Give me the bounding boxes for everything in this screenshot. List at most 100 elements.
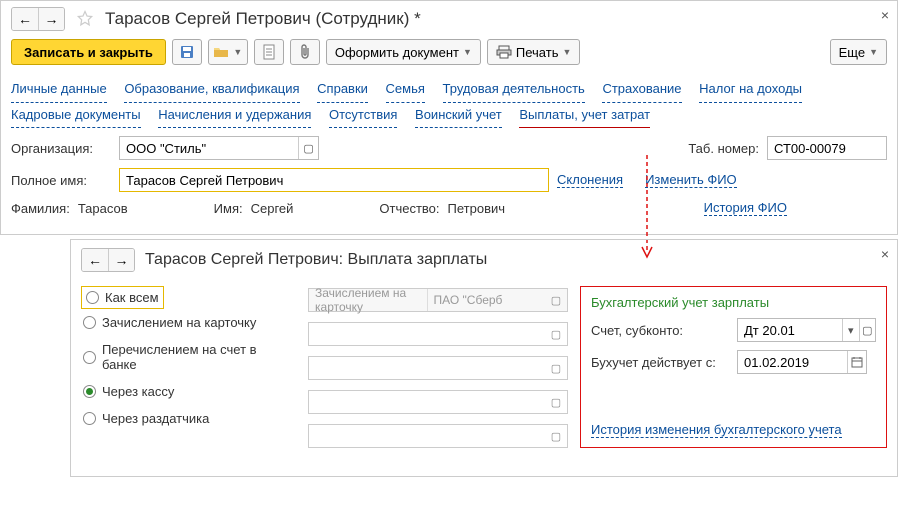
fullname-input[interactable] [120, 169, 548, 191]
tab-employment[interactable]: Трудовая деятельность [443, 77, 585, 103]
chevron-down-icon[interactable]: ▾ [842, 319, 858, 341]
history-fio-link[interactable]: История ФИО [704, 200, 787, 216]
radio-label: Зачислением на карточку [102, 315, 256, 330]
create-document-dropdown[interactable]: Оформить документ ▼ [326, 39, 481, 65]
sub-body: Как всем Зачислением на карточку Перечис… [71, 278, 897, 456]
org-label: Организация: [11, 141, 111, 156]
accounting-history-link[interactable]: История изменения бухгалтерского учета [591, 422, 842, 438]
nav-back-button[interactable]: ← [12, 8, 38, 30]
toolbar: Записать и закрыть ▼ Оформить документ ▼… [1, 35, 897, 73]
close-icon[interactable]: × [881, 7, 889, 23]
radio-distributor[interactable]: Через раздатчика [81, 405, 296, 432]
accounting-panel: Бухгалтерский учет зарплаты Счет, субкон… [580, 286, 887, 448]
print-label: Печать [516, 45, 559, 60]
favorite-star-icon[interactable] [75, 9, 95, 29]
open-icon[interactable]: ▢ [298, 137, 318, 159]
surname-value: Тарасов [78, 201, 128, 216]
tab-military[interactable]: Воинский учет [415, 103, 502, 129]
tab-payments[interactable]: Выплаты, учет затрат [519, 103, 650, 129]
open-icon[interactable]: ▢ [545, 425, 567, 447]
main-window: ← → Тарасов Сергей Петрович (Сотрудник) … [0, 0, 898, 235]
tab-income-tax[interactable]: Налог на доходы [699, 77, 802, 103]
tabno-field[interactable] [767, 136, 887, 160]
radio-icon [83, 412, 96, 425]
payment-method-radiogroup: Как всем Зачислением на карточку Перечис… [81, 286, 296, 448]
fullname-label: Полное имя: [11, 173, 111, 188]
calendar-icon[interactable] [847, 351, 866, 373]
tab-bar: Личные данные Образование, квалификация … [1, 73, 897, 130]
fullname-field[interactable] [119, 168, 549, 192]
radio-icon [86, 291, 99, 304]
sub-header: ← → Тарасов Сергей Петрович: Выплата зар… [71, 240, 897, 278]
radio-label: Перечислением на счет в банке [102, 342, 294, 372]
sub-window: × ← → Тарасов Сергей Петрович: Выплата з… [70, 239, 898, 477]
form-area: Организация: ▢ Таб. номер: Полное имя: С… [1, 130, 897, 234]
radio-icon [83, 351, 96, 364]
name-value: Сергей [251, 201, 294, 216]
sub-nav-back-button[interactable]: ← [82, 249, 108, 271]
sub-nav-buttons: ← → [81, 248, 135, 272]
empty-field-4[interactable]: ▢ [308, 390, 568, 414]
open-icon[interactable]: ▢ [545, 323, 567, 345]
date-label: Бухучет действует с: [591, 355, 731, 370]
center-fields: Зачислением на карточку ПАО "Сберб ▢ ▢ ▢… [308, 288, 568, 448]
open-icon[interactable]: ▢ [545, 391, 567, 413]
tab-family[interactable]: Семья [386, 77, 425, 103]
declensions-link[interactable]: Склонения [557, 172, 623, 188]
change-fio-link[interactable]: Изменить ФИО [645, 172, 737, 188]
nav-forward-button[interactable]: → [38, 8, 64, 30]
print-dropdown[interactable]: Печать ▼ [487, 39, 581, 65]
tab-hr-docs[interactable]: Кадровые документы [11, 103, 141, 129]
accounting-title: Бухгалтерский учет зарплаты [591, 295, 876, 310]
radio-card[interactable]: Зачислением на карточку [81, 309, 296, 336]
radio-icon [83, 316, 96, 329]
chevron-down-icon: ▼ [463, 47, 472, 57]
tab-absences[interactable]: Отсутствия [329, 103, 397, 129]
radio-label: Как всем [105, 290, 159, 305]
save-and-close-button[interactable]: Записать и закрыть [11, 39, 166, 65]
document-button[interactable] [254, 39, 284, 65]
org-field[interactable]: ▢ [119, 136, 319, 160]
sub-close-icon[interactable]: × [881, 246, 889, 262]
chevron-down-icon: ▼ [233, 47, 242, 57]
tab-personal[interactable]: Личные данные [11, 77, 107, 103]
window-title: Тарасов Сергей Петрович (Сотрудник) * [105, 9, 421, 29]
tab-accruals[interactable]: Начисления и удержания [158, 103, 311, 129]
tab-insurance[interactable]: Страхование [602, 77, 681, 103]
tabno-label: Таб. номер: [688, 141, 759, 156]
radio-cash[interactable]: Через кассу [81, 378, 296, 405]
empty-field-2[interactable]: ▢ [308, 322, 568, 346]
patronymic-label: Отчество: [379, 201, 439, 216]
radio-bank[interactable]: Перечислением на счет в банке [81, 336, 296, 378]
sub-window-title: Тарасов Сергей Петрович: Выплата зарплат… [145, 251, 487, 269]
account-input[interactable] [738, 319, 842, 341]
radio-label: Через раздатчика [102, 411, 209, 426]
chevron-down-icon: ▼ [869, 47, 878, 57]
tab-education[interactable]: Образование, квалификация [124, 77, 299, 103]
date-input[interactable] [738, 351, 847, 373]
attach-button[interactable] [290, 39, 320, 65]
org-input[interactable] [120, 137, 298, 159]
radio-label: Через кассу [102, 384, 174, 399]
account-field[interactable]: ▾ ▢ [737, 318, 876, 342]
disabled-part-a: Зачислением на карточку [309, 289, 428, 311]
radio-as-all[interactable]: Как всем [81, 286, 164, 309]
nav-buttons: ← → [11, 7, 65, 31]
folder-dropdown-button[interactable]: ▼ [208, 39, 248, 65]
name-label: Имя: [214, 201, 243, 216]
disabled-field-1: Зачислением на карточку ПАО "Сберб ▢ [308, 288, 568, 312]
tab-reports[interactable]: Справки [317, 77, 368, 103]
tabno-input[interactable] [768, 137, 886, 159]
open-icon[interactable]: ▢ [545, 357, 567, 379]
date-field[interactable] [737, 350, 867, 374]
chevron-down-icon: ▼ [562, 47, 571, 57]
account-label: Счет, субконто: [591, 323, 731, 338]
more-dropdown[interactable]: Еще ▼ [830, 39, 887, 65]
empty-field-3[interactable]: ▢ [308, 356, 568, 380]
sub-nav-forward-button[interactable]: → [108, 249, 134, 271]
disabled-part-b: ПАО "Сберб [428, 289, 546, 311]
save-button[interactable] [172, 39, 202, 65]
empty-field-5[interactable]: ▢ [308, 424, 568, 448]
radio-icon [83, 385, 96, 398]
open-icon[interactable]: ▢ [859, 319, 875, 341]
